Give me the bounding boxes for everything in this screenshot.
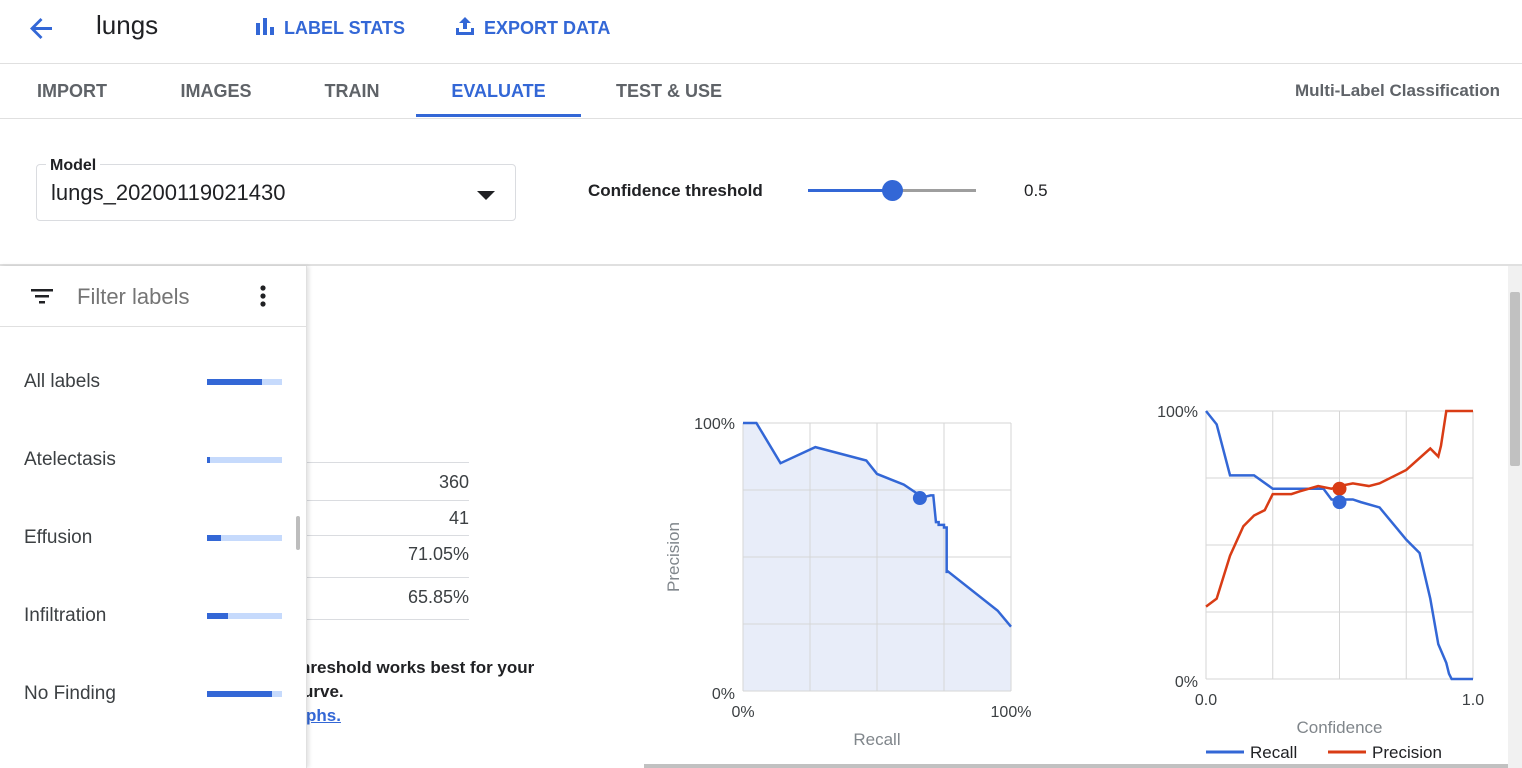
- confidence-threshold-label: Confidence threshold: [588, 181, 763, 200]
- confidence-threshold-value: 0.5: [1024, 181, 1048, 200]
- y-tick-label: 0%: [712, 686, 735, 703]
- tab-images[interactable]: IMAGES: [144, 64, 288, 118]
- threshold-marker: [1332, 481, 1347, 496]
- panel-divider: [0, 326, 306, 327]
- y-tick-label: 100%: [1157, 404, 1198, 421]
- x-tick-label: 1.0: [1462, 692, 1484, 709]
- slider-thumb[interactable]: [882, 180, 903, 201]
- x-tick-label: 0%: [731, 704, 754, 721]
- precision-recall-chart: 100% 0%0% 100% Recall Precision: [664, 416, 1032, 749]
- legend-label: Recall: [1250, 743, 1297, 762]
- metric-divider: [306, 535, 469, 536]
- more-vert-icon[interactable]: [255, 283, 271, 314]
- x-tick-label: 100%: [991, 704, 1032, 721]
- bar-chart-icon: [254, 15, 276, 42]
- back-arrow-icon[interactable]: [26, 12, 58, 44]
- label-score-bar: [207, 457, 282, 463]
- export-data-label: EXPORT DATA: [484, 17, 611, 38]
- label-item[interactable]: Infiltration: [0, 581, 300, 651]
- x-axis-label: Confidence: [1296, 718, 1382, 737]
- upload-icon: [454, 15, 476, 42]
- slider-track-fill: [808, 189, 892, 192]
- tab-train[interactable]: TRAIN: [288, 64, 416, 118]
- label-stats-button[interactable]: LABEL STATS: [254, 14, 405, 42]
- info-text: hreshold works best for your: [300, 658, 535, 677]
- label-score-bar: [207, 691, 282, 697]
- metric-value: 360: [438, 472, 469, 492]
- tab-import[interactable]: IMPORT: [0, 64, 144, 118]
- label-score-fill: [207, 457, 210, 463]
- horizontal-scrollbar[interactable]: [644, 764, 1508, 768]
- filter-icon[interactable]: [31, 287, 53, 310]
- top-bar: [0, 0, 1522, 64]
- info-text: urve.: [303, 682, 344, 701]
- x-axis-label: Recall: [853, 730, 900, 749]
- label-name: Effusion: [24, 527, 93, 548]
- label-score-bar: [207, 535, 282, 541]
- legend-label: Precision: [1372, 743, 1442, 762]
- metric-value: 71.05%: [407, 544, 469, 564]
- label-score-fill: [207, 379, 262, 385]
- dataset-title: lungs: [96, 10, 159, 40]
- label-score-fill: [207, 535, 221, 541]
- label-score-fill: [207, 613, 228, 619]
- x-tick-label: 0.0: [1195, 692, 1217, 709]
- metric-divider: [306, 462, 469, 463]
- label-item[interactable]: Atelectasis: [0, 425, 300, 495]
- label-score-bar: [207, 379, 282, 385]
- label-name: Infiltration: [24, 605, 107, 626]
- precision-recall-confidence-chart: 100% 0%0.0 1.0 Confidence Recall Precision: [1157, 404, 1484, 762]
- model-select-value: lungs_20200119021430: [51, 180, 286, 205]
- metric-divider: [306, 577, 469, 578]
- y-tick-label: 100%: [694, 416, 735, 433]
- label-name: No Finding: [24, 683, 116, 704]
- model-type-label: Multi-Label Classification: [1295, 81, 1500, 100]
- label-name: All labels: [24, 371, 101, 392]
- tab-test-and-use[interactable]: TEST & USE: [581, 64, 757, 118]
- page-scrollbar-thumb[interactable]: [1510, 292, 1520, 466]
- tab-evaluate[interactable]: EVALUATE: [416, 64, 581, 118]
- y-tick-label: 0%: [1175, 674, 1198, 691]
- y-axis-label: Precision: [664, 522, 683, 592]
- filter-labels-input[interactable]: [75, 283, 239, 311]
- label-item[interactable]: All labels: [0, 347, 300, 417]
- threshold-marker: [912, 491, 927, 506]
- export-data-button[interactable]: EXPORT DATA: [454, 14, 610, 42]
- label-stats-label: LABEL STATS: [284, 17, 405, 38]
- metric-divider: [306, 619, 469, 620]
- model-select-label: Model: [46, 157, 101, 175]
- label-name: Atelectasis: [24, 449, 116, 470]
- panel-scrollbar[interactable]: [296, 516, 300, 550]
- label-item[interactable]: Effusion: [0, 503, 300, 573]
- label-score-fill: [207, 691, 272, 697]
- tab-bar: IMPORT IMAGES TRAIN EVALUATE TEST & USE …: [0, 64, 1522, 119]
- learn-more-link[interactable]: phs.: [306, 706, 341, 726]
- threshold-marker: [1332, 495, 1347, 510]
- metric-value: 65.85%: [407, 587, 469, 607]
- label-item[interactable]: No Finding: [0, 659, 300, 729]
- metric-divider: [306, 500, 469, 501]
- metric-value: 41: [448, 508, 469, 528]
- label-score-bar: [207, 613, 282, 619]
- dropdown-arrow-icon[interactable]: [477, 188, 495, 206]
- active-tab-indicator: [416, 114, 581, 117]
